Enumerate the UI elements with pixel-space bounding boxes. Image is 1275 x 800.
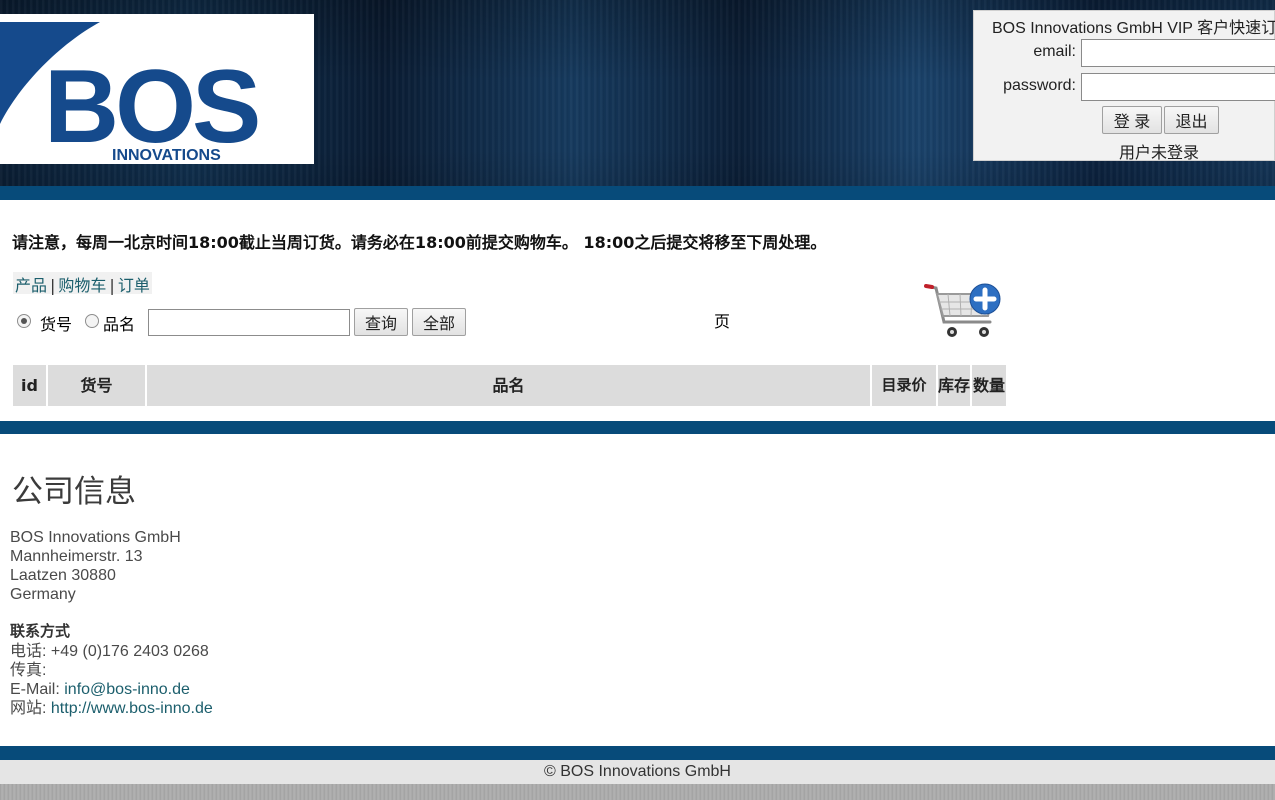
footer-texture (0, 784, 1275, 800)
email-info-label: E-Mail: (10, 681, 60, 698)
radio-name[interactable] (85, 314, 99, 328)
header-band (0, 186, 1275, 200)
login-title: BOS Innovations GmbH VIP 客户快速订 (992, 20, 1275, 37)
nav-products-link[interactable]: 产品 (15, 276, 47, 295)
site-header: BOS INNOVATIONS BOS Innovations GmbH VIP… (0, 0, 1275, 200)
search-bar: 货号 品名 查询 全部 (15, 308, 485, 336)
column-header-id[interactable]: id (13, 365, 46, 406)
bos-logo[interactable]: BOS INNOVATIONS (0, 14, 314, 164)
company-info-title: 公司信息 (12, 474, 136, 510)
radio-name-label[interactable]: 品名 (103, 311, 135, 335)
contact-heading-text: 联系方式 (10, 622, 71, 640)
footer-copyright: © BOS Innovations GmbH (0, 760, 1275, 784)
column-header-item-no[interactable]: 货号 (48, 365, 145, 406)
password-row: password: (974, 73, 1275, 101)
nav-separator: | (50, 276, 56, 295)
order-deadline-notice: 请注意，每周一北京时间18:00截止当周订货。请务必在18:00前提交购物车。 … (12, 233, 827, 252)
website-link[interactable]: http://www.bos-inno.de (51, 700, 213, 717)
add-to-cart-icon[interactable] (924, 282, 1004, 340)
email-link[interactable]: info@bos-inno.de (64, 681, 190, 698)
radio-item-no[interactable] (17, 314, 31, 328)
radio-item-no-label[interactable]: 货号 (40, 311, 72, 335)
nav-cart-link[interactable]: 购物车 (58, 276, 106, 295)
vip-login-panel: BOS Innovations GmbH VIP 客户快速订 email: pa… (973, 10, 1275, 162)
phone-line: 电话: +49 (0)176 2403 0268 (10, 642, 209, 661)
phone-value: +49 (0)176 2403 0268 (50, 643, 209, 660)
company-city: Laatzen 30880 (10, 567, 116, 584)
login-button[interactable]: 登 录 (1102, 106, 1162, 134)
column-header-qty[interactable]: 数量 (972, 365, 1006, 406)
fax-label: 传真: (10, 662, 47, 679)
nav-separator: | (109, 276, 115, 295)
web-label: 网站: (10, 700, 47, 717)
email-field[interactable] (1081, 39, 1275, 67)
web-line: 网站: http://www.bos-inno.de (10, 699, 213, 718)
logout-button[interactable]: 退出 (1164, 106, 1219, 134)
email-line: E-Mail: info@bos-inno.de (10, 680, 190, 699)
phone-label: 电话: (10, 643, 47, 660)
email-label: email: (1033, 43, 1076, 60)
page-label: 页 (714, 312, 731, 331)
query-button[interactable]: 查询 (354, 308, 408, 336)
nav-orders-link[interactable]: 订单 (118, 276, 150, 295)
show-all-button[interactable]: 全部 (412, 308, 466, 336)
company-country: Germany (10, 586, 76, 603)
logo-sub-text: INNOVATIONS (112, 147, 221, 164)
footer-band (0, 746, 1275, 760)
email-row: email: (974, 39, 1275, 67)
divider-band (0, 421, 1275, 434)
column-header-name[interactable]: 品名 (147, 365, 870, 406)
search-input[interactable] (148, 309, 350, 336)
column-header-stock[interactable]: 库存 (938, 365, 970, 406)
contact-heading: 联系方式 (10, 622, 70, 641)
fax-line: 传真: (10, 661, 46, 680)
password-field[interactable] (1081, 73, 1275, 101)
login-status: 用户未登录 (1119, 145, 1200, 162)
company-street: Mannheimerstr. 13 (10, 548, 143, 565)
column-header-price[interactable]: 目录价 (872, 365, 936, 406)
password-label: password: (1003, 77, 1076, 94)
main-nav: 产品 | 购物车 | 订单 (13, 272, 152, 295)
company-name: BOS Innovations GmbH (10, 529, 181, 546)
